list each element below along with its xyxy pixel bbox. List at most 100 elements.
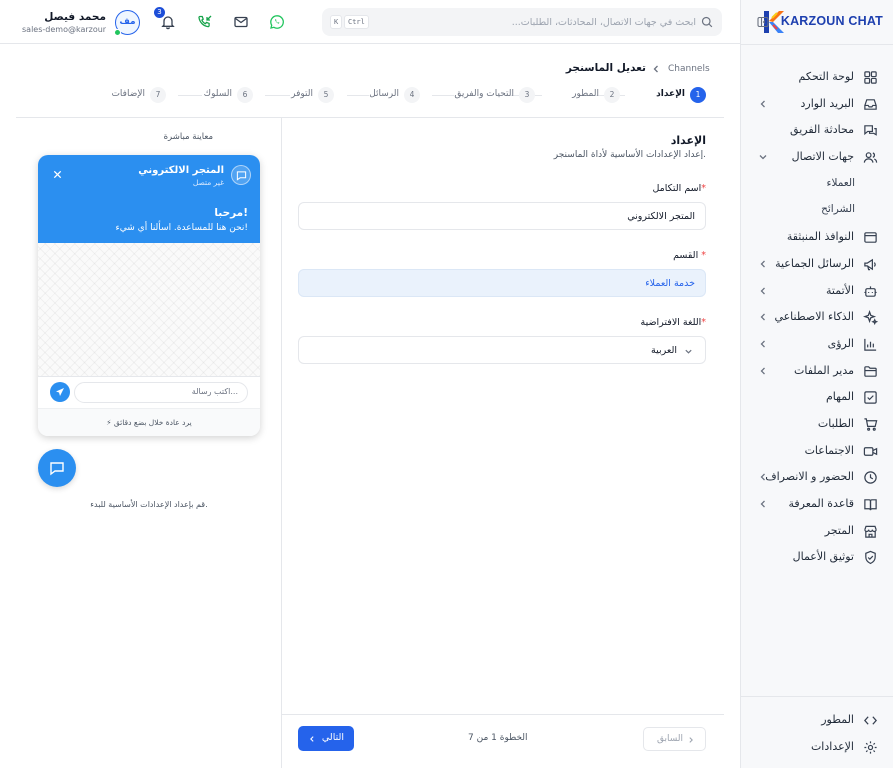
widget-status: غير متصل <box>192 178 224 187</box>
step-label: الرسائل <box>369 89 399 99</box>
shield-check-icon <box>865 551 876 565</box>
widget-header: المتجر الالكتروني غير متصل مرحبا! نحن هن… <box>38 155 260 243</box>
step-label: الإعداد <box>656 89 685 99</box>
widget-messages-area <box>38 243 260 376</box>
sidebar-item-tasks[interactable]: المهام <box>740 384 893 411</box>
step-greetings-team[interactable]: 3 التحيات والفريق <box>440 87 535 103</box>
whatsapp-icon[interactable] <box>269 14 285 30</box>
step-counter: الخطوة 1 من 7 <box>468 733 528 743</box>
search-icon <box>701 16 713 28</box>
sidebar-item-developer[interactable]: المطور <box>740 707 893 734</box>
sidebar-item-insights[interactable]: الرؤى <box>740 331 893 358</box>
sidebar-divider <box>740 44 893 45</box>
sidebar-item-broadcasts[interactable]: الرسائل الجماعية <box>740 251 893 278</box>
sidebar-item-ai[interactable]: الذكاء الاصطناعي <box>740 304 893 331</box>
department-label: القسم * <box>673 250 706 261</box>
sidebar-item-settings[interactable]: الإعدادات <box>740 734 893 761</box>
widget-store-name: المتجر الالكتروني <box>138 165 224 176</box>
step-label: التوفر <box>291 89 313 99</box>
step-setup[interactable]: 1 الإعداد <box>641 87 706 103</box>
sparkles-icon <box>863 310 878 326</box>
user-email: sales-demo@karzoun... <box>22 25 106 34</box>
sidebar-item-inbox[interactable]: البريد الوارد <box>740 91 893 118</box>
step-number: 1 <box>690 87 706 103</box>
sidebar-item-business-verification[interactable]: توثيق الأعمال <box>740 544 893 571</box>
sidebar-item-contacts[interactable]: جهات الاتصال <box>740 144 893 171</box>
window-icon <box>864 232 877 243</box>
sidebar-item-meetings[interactable]: الاجتماعات <box>740 438 893 465</box>
top-header: K Ctrl 3 مف محمد فيصل sales-demo@karzoun… <box>0 0 740 44</box>
chevron-left-icon <box>760 367 765 375</box>
chat-icon <box>236 171 247 181</box>
sidebar-item-label: الإعدادات <box>810 739 854 753</box>
shortcut-key-ctrl: Ctrl <box>344 15 369 29</box>
sidebar-item-knowledge-base[interactable]: قاعدة المعرفة <box>740 491 893 518</box>
breadcrumb-channels-link[interactable]: Channels <box>668 64 710 74</box>
section-title: الإعداد <box>670 134 706 147</box>
widget-composer: اكتب رسالة... <box>38 376 260 408</box>
integration-name-label: اسم التكامل* <box>652 183 706 194</box>
sidebar-item-attendance[interactable]: الحضور و الانصراف <box>740 464 893 491</box>
preview-hint: قم بإعداد الإعدادات الأساسية للبدء. <box>90 500 208 509</box>
code-icon <box>864 716 877 725</box>
notification-badge: 3 <box>154 7 165 18</box>
live-preview-title: معاينة مباشرة <box>163 132 213 142</box>
sidebar-item-label: قاعدة المعرفة <box>788 497 854 510</box>
sidebar-subitem-segments[interactable]: الشرائح <box>740 197 893 224</box>
sidebar-item-popups[interactable]: النوافذ المنبثقة <box>740 224 893 251</box>
sidebar-subitem-customers[interactable]: العملاء <box>740 171 893 198</box>
sidebar-item-team-chat[interactable]: محادثة الفريق <box>740 117 893 144</box>
sidebar-nav: لوحة التحكم البريد الوارد محادثة الفريق … <box>740 64 893 571</box>
integration-name-value: المتجر الالكتروني <box>627 211 695 222</box>
integration-name-input[interactable]: المتجر الالكتروني <box>298 202 706 230</box>
step-number: 3 <box>519 87 535 103</box>
sidebar-item-label: المهام <box>826 390 854 404</box>
sidebar-item-label: محادثة الفريق <box>790 123 854 137</box>
widget-greeting: مرحبا! <box>214 207 248 219</box>
widget-launcher-button[interactable] <box>38 449 76 487</box>
sidebar-item-label: المتجر <box>824 523 854 537</box>
sidebar-bottom-nav: المطور الإعدادات <box>740 707 893 760</box>
chevron-left-icon <box>760 287 765 294</box>
sidebar-item-automation[interactable]: الأتمتة <box>740 278 893 305</box>
checkbox-icon <box>864 391 877 404</box>
search-input[interactable] <box>396 13 696 31</box>
cart-icon <box>864 418 878 431</box>
step-extensions[interactable]: 7 الإضافات <box>100 87 166 103</box>
step-number: 7 <box>150 87 166 103</box>
chevron-down-icon <box>685 349 692 354</box>
next-button[interactable]: التالي <box>298 726 354 751</box>
phone-incoming-icon[interactable] <box>197 14 213 30</box>
widget-avatar <box>231 165 251 185</box>
widget-send-button[interactable] <box>50 382 70 402</box>
sidebar: KARZOUN CHAT لوحة التحكم البريد الوارد م… <box>740 0 893 768</box>
sidebar-item-label: الرسائل الجماعية <box>775 256 854 270</box>
step-connector <box>347 95 369 96</box>
default-language-select[interactable]: العربية <box>298 336 706 364</box>
mail-icon[interactable] <box>233 14 249 30</box>
default-language-value: العربية <box>651 345 677 356</box>
store-icon <box>864 525 877 538</box>
widget-greeting-subtitle: نحن هنا للمساعدة. اسألنا أي شيء! <box>115 223 248 233</box>
sidebar-item-file-manager[interactable]: مدير الملفات <box>740 358 893 385</box>
messenger-widget-preview: المتجر الالكتروني غير متصل مرحبا! نحن هن… <box>38 155 260 436</box>
widget-message-input[interactable]: اكتب رسالة... <box>74 382 248 403</box>
sidebar-item-label: توثيق الأعمال <box>792 550 854 564</box>
next-button-label: التالي <box>321 732 344 743</box>
megaphone-icon <box>864 258 876 271</box>
step-developer[interactable]: 2 المطور <box>560 87 620 103</box>
chevron-down-icon <box>759 155 767 160</box>
department-select[interactable]: خدمة العملاء <box>298 269 706 297</box>
previous-button[interactable]: السابق <box>643 727 706 751</box>
sidebar-item-label: الطلبات <box>817 416 854 430</box>
sidebar-item-dashboard[interactable]: لوحة التحكم <box>740 64 893 91</box>
step-label: المطور <box>572 89 599 99</box>
sidebar-item-store[interactable]: المتجر <box>740 518 893 545</box>
sidebar-item-orders[interactable]: الطلبات <box>740 411 893 438</box>
global-search[interactable]: K Ctrl <box>322 8 722 36</box>
online-status-dot <box>114 29 121 36</box>
sidebar-item-label: لوحة التحكم <box>798 70 854 83</box>
collapse-sidebar-icon[interactable] <box>757 16 769 28</box>
close-icon[interactable] <box>52 169 63 180</box>
sidebar-item-label: الشرائح <box>821 203 855 216</box>
